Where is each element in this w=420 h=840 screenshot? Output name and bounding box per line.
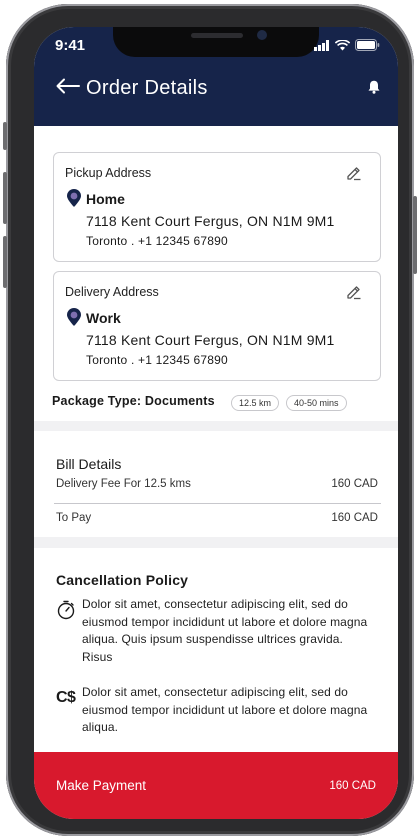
speaker <box>191 33 243 38</box>
power-button <box>413 196 417 274</box>
pickup-address-type: Home <box>86 191 125 207</box>
delivery-address-type: Work <box>86 310 121 326</box>
pickup-address-line: 7118 Kent Court Fergus, ON N1M 9M1 <box>86 213 335 229</box>
notch <box>113 27 319 57</box>
app-header: 9:41 Order Details <box>34 27 398 126</box>
bell-icon[interactable] <box>368 80 380 94</box>
payment-amount: 160 CAD <box>329 780 376 792</box>
battery-icon <box>355 39 380 51</box>
canadian-dollar-icon: C$ <box>56 689 76 706</box>
distance-chip: 12.5 km <box>231 395 280 411</box>
volume-up-button <box>3 172 7 224</box>
front-camera <box>257 30 267 40</box>
delivery-address-card: Delivery Address Work 7118 Kent Court Fe… <box>53 271 381 381</box>
eta-chip: 40-50 mins <box>286 395 347 411</box>
order-details-content[interactable]: Pickup Address Home 7118 Kent Court Ferg… <box>34 126 398 752</box>
screen: 9:41 Order Details Pickup Address Home 7… <box>34 27 398 819</box>
location-pin-icon <box>67 308 81 326</box>
bill-details-section: Bill Details Delivery Fee For 12.5 kms 1… <box>34 431 398 537</box>
cancellation-policy-title: Cancellation Policy <box>56 572 189 588</box>
delivery-address-label: Delivery Address <box>65 285 159 299</box>
policy-text-1: Dolor sit amet, consectetur adipiscing e… <box>82 597 368 664</box>
delivery-fee-value: 160 CAD <box>331 478 378 490</box>
delivery-fee-label: Delivery Fee For 12.5 kms <box>56 478 191 490</box>
pickup-address-city-phone: Toronto . +1 12345 67890 <box>86 234 228 248</box>
make-payment-label: Make Payment <box>56 778 147 793</box>
back-arrow-icon[interactable] <box>56 78 80 94</box>
delivery-address-line: 7118 Kent Court Fergus, ON N1M 9M1 <box>86 332 335 348</box>
delivery-address-city-phone: Toronto . +1 12345 67890 <box>86 353 228 367</box>
volume-down-button <box>3 236 7 288</box>
bill-details-title: Bill Details <box>56 456 122 472</box>
wifi-icon <box>335 40 350 51</box>
policy-text-2: Dolor sit amet, consectetur adipiscing e… <box>82 685 368 734</box>
pickup-address-label: Pickup Address <box>65 166 152 180</box>
address-section: Pickup Address Home 7118 Kent Court Ferg… <box>34 126 398 421</box>
bill-divider <box>54 503 381 504</box>
timer-icon <box>57 600 75 620</box>
cancellation-policy-section: Cancellation Policy Dolor sit amet, cons… <box>34 548 398 752</box>
to-pay-label: To Pay <box>56 512 92 524</box>
signal-icon <box>314 40 329 51</box>
pickup-address-card: Pickup Address Home 7118 Kent Court Ferg… <box>53 152 381 262</box>
status-icons <box>314 39 380 51</box>
page-title: Order Details <box>86 77 208 99</box>
edit-delivery-icon[interactable] <box>346 284 362 300</box>
make-payment-button[interactable]: Make Payment 160 CAD <box>34 752 398 819</box>
mute-switch <box>3 122 7 150</box>
edit-pickup-icon[interactable] <box>346 165 362 181</box>
location-pin-icon <box>67 189 81 207</box>
to-pay-value: 160 CAD <box>331 512 378 524</box>
phone-frame: 9:41 Order Details Pickup Address Home 7… <box>3 4 417 836</box>
package-type: Package Type: Documents <box>52 394 215 408</box>
status-time: 9:41 <box>55 37 86 54</box>
